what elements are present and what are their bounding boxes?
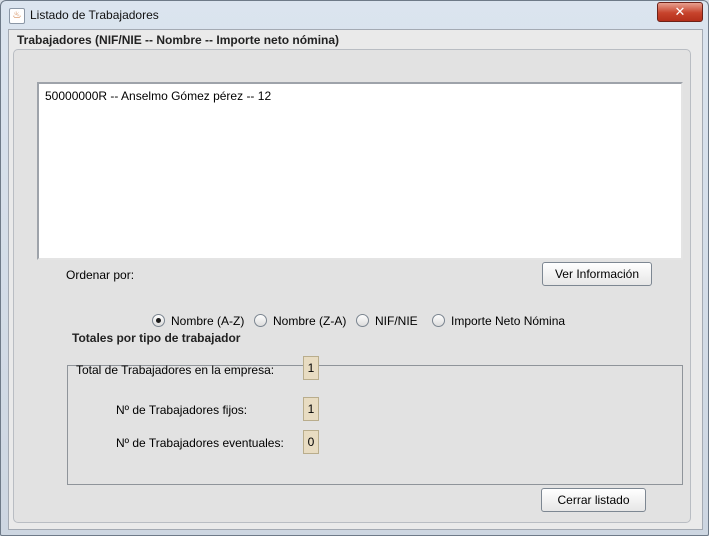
radio-importe-neto[interactable]: Importe Neto Nómina: [432, 314, 565, 328]
eventuales-label: Nº de Trabajadores eventuales:: [116, 436, 284, 450]
content-pane: Trabajadores (NIF/NIE -- Nombre -- Impor…: [8, 29, 703, 530]
list-item[interactable]: 50000000R -- Anselmo Gómez pérez -- 12: [45, 89, 271, 103]
radio-nombre-za[interactable]: Nombre (Z-A): [254, 314, 346, 328]
radio-nif-nie[interactable]: NIF/NIE: [356, 314, 418, 328]
totals-title: Totales por tipo de trabajador: [72, 331, 241, 345]
radio-unselected-icon: [254, 314, 267, 327]
main-panel: 50000000R -- Anselmo Gómez pérez -- 12 O…: [13, 49, 691, 523]
radio-unselected-icon: [356, 314, 369, 327]
title-bar[interactable]: ♨ Listado de Trabajadores ✕: [1, 1, 708, 29]
close-button[interactable]: ✕: [657, 2, 703, 22]
sort-label: Ordenar por:: [66, 268, 135, 282]
window: ♨ Listado de Trabajadores ✕ Trabajadores…: [0, 0, 709, 536]
fijos-label: Nº de Trabajadores fijos:: [116, 403, 248, 417]
cerrar-listado-button[interactable]: Cerrar listado: [541, 488, 646, 512]
radio-selected-icon: [152, 314, 165, 327]
fijos-count: 1: [303, 397, 319, 421]
workers-list[interactable]: 50000000R -- Anselmo Gómez pérez -- 12: [37, 82, 683, 260]
total-label: Total de Trabajadores en la empresa:: [76, 363, 275, 377]
eventuales-count: 0: [303, 430, 319, 454]
radio-nombre-az[interactable]: Nombre (A-Z): [152, 314, 244, 328]
total-count: 1: [303, 356, 319, 380]
radio-unselected-icon: [432, 314, 445, 327]
close-icon: ✕: [674, 4, 686, 19]
java-icon: ♨: [9, 8, 25, 24]
window-title: Listado de Trabajadores: [30, 8, 159, 22]
list-group-title: Trabajadores (NIF/NIE -- Nombre -- Impor…: [17, 33, 340, 47]
ver-informacion-button[interactable]: Ver Información: [542, 262, 652, 286]
totals-box: [67, 365, 683, 485]
